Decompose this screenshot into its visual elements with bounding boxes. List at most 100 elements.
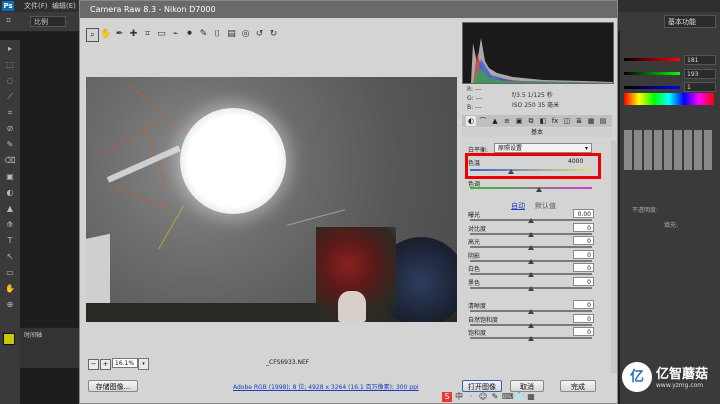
white-balance-tool-icon[interactable]: ✒ — [114, 28, 125, 40]
rotate-left-icon[interactable]: ↺ — [254, 28, 265, 40]
blue-channel-field[interactable]: 1 — [684, 82, 716, 92]
chinese-mode-icon[interactable]: 中 — [454, 392, 464, 402]
adjustment-slider-thumb[interactable] — [528, 336, 534, 341]
presets-tab-icon[interactable]: ≣ — [574, 116, 584, 126]
skin-icon[interactable]: 👕 — [514, 392, 524, 402]
basic-tab-icon[interactable]: ◐ — [466, 116, 476, 126]
slider-value-field[interactable]: 0.00 — [573, 209, 594, 218]
blue-channel-slider[interactable] — [624, 86, 680, 89]
camera-calibration-tab-icon[interactable]: ◫ — [562, 116, 572, 126]
dodge-tool-icon[interactable]: ◐ — [4, 188, 16, 198]
menu-file[interactable]: 文件(F) — [24, 1, 48, 11]
adjustment-slider-thumb[interactable] — [528, 231, 534, 237]
workspace-select[interactable]: 基本功能 — [664, 15, 716, 28]
slider-value-field[interactable]: 0 — [573, 327, 594, 336]
toolbox-icon[interactable]: ▦ — [526, 392, 536, 402]
menu-edit[interactable]: 编辑(E) — [52, 1, 76, 11]
slider-value-field[interactable]: 0 — [573, 313, 594, 323]
styles-swatches[interactable] — [624, 130, 714, 170]
green-channel-field[interactable]: 193 — [684, 69, 716, 79]
slider-value-field[interactable]: 0 — [573, 222, 594, 232]
hand-tool-icon[interactable]: ✋ — [100, 28, 111, 40]
eraser-tool-icon[interactable]: ⌫ — [4, 156, 16, 166]
preferences-icon[interactable]: ◎ — [240, 28, 251, 40]
slider-value-field[interactable]: 0 — [573, 249, 594, 259]
adjustment-slider-thumb[interactable] — [528, 245, 534, 250]
done-button[interactable]: 完成 — [560, 380, 596, 392]
fx-tab-icon[interactable]: fx — [550, 116, 560, 126]
spot-removal-tool-icon[interactable]: ⌁ — [170, 28, 181, 40]
lasso-tool-icon[interactable]: ◌ — [4, 76, 16, 86]
rotate-right-icon[interactable]: ↻ — [268, 28, 279, 40]
graduated-filter-icon[interactable]: ⌷ — [212, 28, 223, 40]
adjustment-slider-thumb[interactable] — [528, 272, 534, 277]
zoom-in-button[interactable]: + — [100, 359, 111, 370]
adjustment-brush-icon[interactable]: ✎ — [198, 28, 209, 40]
image-preview[interactable] — [86, 77, 457, 322]
gradient-tool-icon[interactable]: ▣ — [4, 172, 16, 182]
sogou-input-icon[interactable]: S — [442, 392, 452, 402]
slider-label: 饱和度 — [468, 330, 487, 337]
zoom-tool-icon[interactable]: ⊕ — [4, 300, 16, 310]
watermark-logo: 亿 — [622, 362, 652, 392]
tint-slider-thumb[interactable] — [536, 187, 542, 192]
crop-tool-icon[interactable]: ⌗ — [6, 16, 11, 26]
brush-tool-icon[interactable]: ✎ — [4, 140, 16, 150]
workflow-options-link[interactable]: Adobe RGB (1998); 8 位; 4928 x 3264 (16.1… — [233, 382, 419, 391]
radial-filter-icon[interactable]: ▤ — [226, 28, 237, 40]
slider-value-field[interactable]: 0 — [573, 263, 594, 272]
blur-tool-icon[interactable]: ▲ — [4, 204, 16, 214]
tint-slider[interactable] — [470, 187, 592, 189]
save-image-button[interactable]: 存储图像... — [88, 380, 138, 392]
red-channel-slider[interactable] — [624, 58, 680, 61]
auto-link[interactable]: 自动 — [511, 201, 525, 211]
keyboard-icon[interactable]: ⌨ — [502, 392, 514, 402]
emoji-icon[interactable]: ☺ — [478, 392, 488, 402]
crop-tool-icon[interactable]: ⌗ — [142, 28, 153, 40]
path-select-tool-icon[interactable]: ↖ — [4, 252, 16, 262]
color-spectrum[interactable] — [624, 93, 714, 105]
slider-value-field[interactable]: 0 — [573, 236, 594, 245]
move-tool-icon[interactable]: ▸ — [4, 44, 16, 54]
straighten-tool-icon[interactable]: ▭ — [156, 28, 167, 40]
adjustment-slider-thumb[interactable] — [528, 322, 534, 328]
type-tool-icon[interactable]: T — [4, 236, 16, 246]
snapshots-tab-icon[interactable]: ▦ — [586, 116, 596, 126]
timeline-label[interactable]: 时间轴 — [24, 330, 42, 339]
zoom-tool-icon[interactable]: ⌕ — [86, 28, 99, 42]
crop-tool-icon[interactable]: ⌗ — [4, 108, 16, 118]
panel-scrollbar[interactable] — [611, 141, 617, 373]
slider-value-field[interactable]: 0 — [573, 276, 594, 286]
split-toning-tab-icon[interactable]: ▣ — [514, 116, 524, 126]
adjustment-slider-thumb[interactable] — [528, 285, 534, 291]
panel-menu-icon[interactable]: ▤ — [598, 116, 608, 126]
red-eye-tool-icon[interactable]: ⚫ — [184, 28, 195, 40]
zoom-level-field[interactable]: 16.1% — [112, 358, 138, 368]
handwriting-icon[interactable]: ✎ — [490, 392, 500, 402]
tone-curve-tab-icon[interactable]: ⌒ — [478, 116, 488, 126]
shape-tool-icon[interactable]: ▭ — [4, 268, 16, 278]
slider-value-field[interactable]: 0 — [573, 300, 594, 309]
ratio-select[interactable]: 比例 — [30, 16, 66, 27]
eyedropper-tool-icon[interactable]: ⊘ — [4, 124, 16, 134]
hsl-tab-icon[interactable]: ≡ — [502, 116, 512, 126]
effects-tab-icon[interactable]: ◧ — [538, 116, 548, 126]
default-link[interactable]: 默认值 — [535, 201, 556, 211]
detail-tab-icon[interactable]: ▲ — [490, 116, 500, 126]
pen-tool-icon[interactable]: ⟰ — [4, 220, 16, 230]
adjustment-slider-thumb[interactable] — [528, 309, 534, 314]
hand-tool-icon[interactable]: ✋ — [4, 284, 16, 294]
white-balance-select[interactable]: 原照设置 ▾ — [494, 143, 592, 153]
foreground-color-swatch[interactable] — [3, 333, 15, 345]
zoom-dropdown-icon[interactable]: ▾ — [138, 358, 149, 370]
green-channel-slider[interactable] — [624, 72, 680, 75]
punctuation-icon[interactable]: · — [466, 392, 476, 402]
color-sampler-tool-icon[interactable]: ✚ — [128, 28, 139, 40]
red-channel-field[interactable]: 181 — [684, 55, 716, 65]
lens-corrections-tab-icon[interactable]: ⧉ — [526, 116, 536, 126]
zoom-out-button[interactable]: − — [88, 359, 99, 370]
quick-select-tool-icon[interactable]: ⟋ — [4, 92, 16, 102]
adjustment-slider-thumb[interactable] — [528, 258, 534, 264]
marquee-tool-icon[interactable]: ⬚ — [4, 60, 16, 70]
adjustment-slider-thumb[interactable] — [528, 218, 534, 223]
